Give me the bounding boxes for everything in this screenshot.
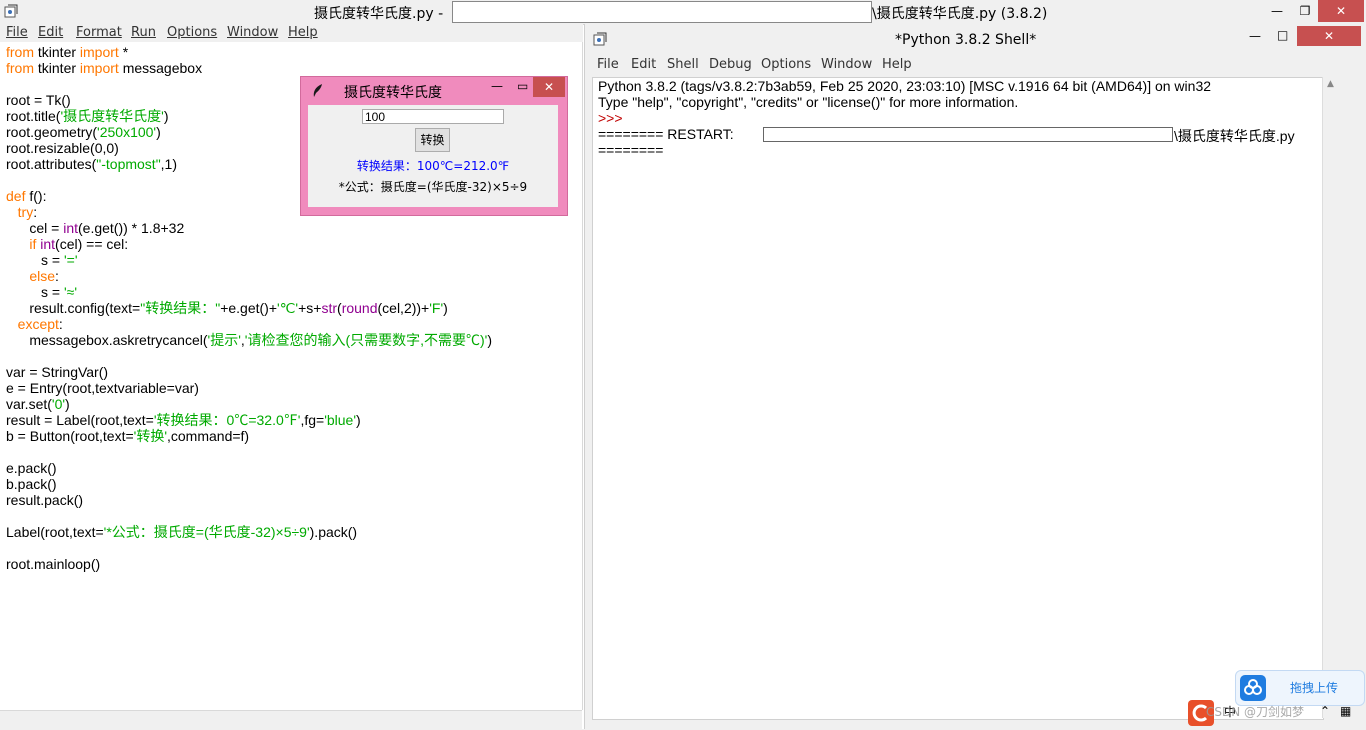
shell-menu-shell[interactable]: Shell [667,57,699,72]
tk-maximize-icon[interactable]: ▭ [517,79,528,93]
code-line: result.pack() [6,492,84,508]
code-line: if int(cel) == cel: [29,236,129,252]
tray-arrow-icon[interactable]: ⌃ [1320,704,1330,718]
code-line: root.resizable(0,0) [6,140,119,156]
code-line: messagebox.askretrycancel('提示','请检查您的输入(… [6,332,493,348]
minimize-icon[interactable]: — [1262,0,1292,22]
menu-format[interactable]: Format [76,25,122,40]
tk-close-icon[interactable]: ✕ [533,77,565,97]
code-line: root.title('摄氏度转华氏度') [6,108,169,124]
code-line: cel = int(e.get()) * 1.8+32 [6,220,185,236]
shell-minimize-icon[interactable]: — [1249,29,1261,43]
editor-title-filename: 摄氏度转华氏度.py - [314,6,444,22]
editor-horizontal-scrollbar[interactable] [0,710,582,730]
editor-titlebar[interactable]: 摄氏度转华氏度.py - \摄氏度转华氏度.py (3.8.2) — ❐ ✕ [0,0,1366,25]
shell-menu-options[interactable]: Options [761,57,811,72]
feather-icon [311,83,325,103]
code-line: Label(root,text='*公式：摄氏度=(华氏度-32)×5÷9').… [6,524,358,540]
menu-edit[interactable]: Edit [38,25,63,40]
close-icon[interactable]: ✕ [1318,0,1364,22]
editor-menubar: File Edit Format Run Options Window Help [0,24,583,42]
shell-menu-edit[interactable]: Edit [631,57,656,72]
code-line: var = StringVar() [6,364,109,380]
result-label: 转换结果：100℃=212.0℉ [356,159,510,173]
code-line: root = Tk() [6,92,71,108]
code-line: root.mainloop() [6,556,101,572]
code-line: else: [29,268,59,284]
csdn-watermark: CSDN @刀剑如梦 [1206,705,1305,719]
convert-button[interactable]: 转换 [415,128,450,152]
tk-title: 摄氏度转华氏度 [344,85,442,101]
menu-run[interactable]: Run [131,25,156,40]
shell-title: *Python 3.8.2 Shell* [895,32,1037,48]
menu-help-label: Help [288,25,318,40]
shell-restart-suffix: \摄氏度转华氏度.py [1174,128,1295,144]
idle-shell-icon [593,32,607,50]
menu-help[interactable]: Help [288,25,318,40]
tk-client-area: 100 转换 转换结果：100℃=212.0℉ *公式：摄氏度=(华氏度-32)… [308,105,558,207]
code-line: result.config(text="转换结果："+e.get()+'℃'+s… [6,300,448,316]
shell-menu-file[interactable]: File [597,57,619,72]
shell-menubar: File Edit Shell Debug Options Window Hel… [585,56,1366,74]
shell-help-line: Type "help", "copyright", "credits" or "… [598,94,1019,110]
shell-maximize-icon[interactable]: □ [1277,28,1288,42]
code-line: b.pack() [6,476,57,492]
code-line: root.geometry('250x100') [6,124,161,140]
menu-format-label: Format [76,25,122,40]
menu-edit-label: Edit [38,25,64,40]
code-line: from tkinter import messagebox [6,60,203,76]
tk-titlebar[interactable]: 摄氏度转华氏度 — ▭ ✕ [301,77,567,103]
shell-restart-tail: ======== [598,142,664,158]
idle-app-icon [4,4,18,22]
shell-menu-window[interactable]: Window [821,57,872,72]
shell-menu-debug[interactable]: Debug [709,57,752,72]
redacted-path-box [452,1,872,23]
scroll-up-arrow-icon[interactable]: ▲ [1327,79,1334,89]
menu-file-label: File [6,25,28,40]
shell-restart-prefix: ======== RESTART: [598,126,734,142]
upload-label: 拖拽上传 [1290,681,1339,695]
tk-app-window: 摄氏度转华氏度 — ▭ ✕ 100 转换 转换结果：100℃=212.0℉ *公… [300,76,568,216]
maximize-icon[interactable]: ❐ [1290,0,1320,22]
code-line: except: [17,316,63,332]
code-line: var.set('0') [6,396,70,412]
shell-banner-line: Python 3.8.2 (tags/v3.8.2:7b3ab59, Feb 2… [598,78,1212,94]
shell-menu-help[interactable]: Help [882,57,912,72]
code-line: s = '≈' [6,284,77,300]
menu-options[interactable]: Options [167,25,217,40]
code-line: def f(): [6,188,47,204]
code-line: e = Entry(root,textvariable=var) [6,380,199,396]
code-line: from tkinter import * [6,44,129,60]
shell-titlebar[interactable]: *Python 3.8.2 Shell* — □ ✕ [585,24,1366,54]
formula-label: *公式：摄氏度=(华氏度-32)×5÷9 [338,180,528,194]
shell-close-icon[interactable]: ✕ [1297,26,1361,46]
code-line: e.pack() [6,460,57,476]
redacted-shell-path [763,127,1173,142]
menu-run-label: Run [131,25,156,40]
shell-vertical-scrollbar[interactable]: ▲ [1322,77,1340,718]
menu-window[interactable]: Window [227,25,278,40]
shell-prompt: >>> [598,110,623,126]
editor-title-version: \摄氏度转华氏度.py (3.8.2) [872,6,1048,22]
code-line: b = Button(root,text='转换',command=f) [6,428,250,444]
code-line: result = Label(root,text='转换结果：0℃=32.0℉'… [6,412,361,428]
code-line: try: [17,204,38,220]
tk-minimize-icon[interactable]: — [491,79,503,93]
menu-file[interactable]: File [6,25,28,40]
code-line: root.attributes("-topmost",1) [6,156,178,172]
python-shell-window: *Python 3.8.2 Shell* — □ ✕ File Edit She… [584,24,1366,729]
system-tray-strip: 中 CSDN @刀剑如梦 ⌃ ▦ [1180,698,1366,729]
code-line: s = '=' [6,252,78,268]
menu-options-label: Options [167,25,218,40]
menu-window-label: Window [227,25,279,40]
tray-grid-icon[interactable]: ▦ [1340,704,1351,718]
temperature-entry[interactable]: 100 [362,109,504,124]
shell-output-area[interactable]: Python 3.8.2 (tags/v3.8.2:7b3ab59, Feb 2… [592,77,1324,720]
